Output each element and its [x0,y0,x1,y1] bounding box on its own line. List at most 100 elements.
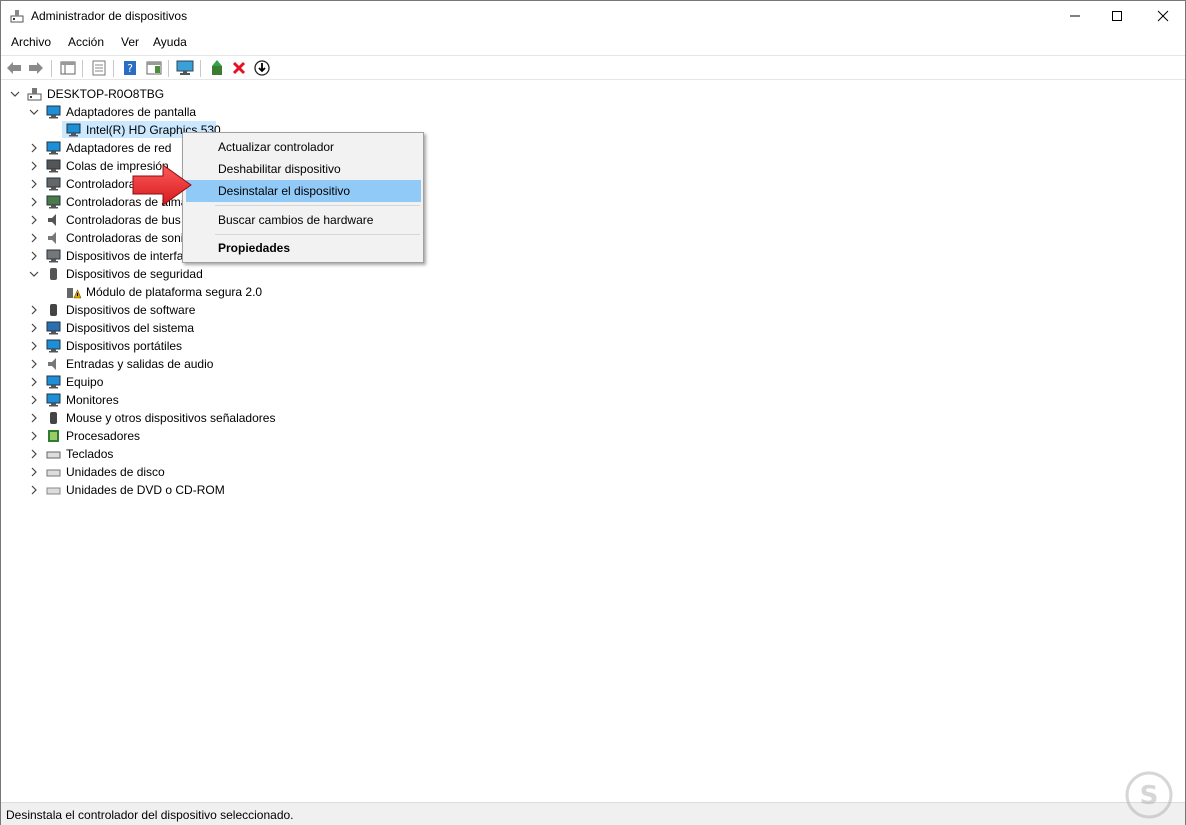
watermark-logo-icon: S [1125,771,1173,819]
device-manager-app-icon [10,10,24,23]
menu-ver[interactable]: Ver [121,35,139,49]
tree-category-item[interactable]: Teclados [1,445,401,463]
tree-item-label: Dispositivos de seguridad [66,267,203,281]
minimize-button[interactable] [1052,1,1098,31]
chevron-right-icon[interactable] [29,161,39,171]
chevron-right-icon[interactable] [29,395,39,405]
context-menu-separator [215,234,420,235]
tree-root-label: DESKTOP-R0O8TBG [47,87,165,101]
chevron-right-icon[interactable] [29,251,39,261]
chevron-down-icon[interactable] [29,107,39,117]
maximize-icon [1112,11,1122,21]
display-adapter-icon [46,105,61,119]
uninstall-x-icon [232,61,246,75]
context-menu-separator [215,205,420,206]
menu-archivo[interactable]: Archivo [11,35,51,49]
chevron-right-icon[interactable] [29,485,39,495]
tree-category-item[interactable]: Adaptadores de pantalla [1,103,401,121]
download-driver-button[interactable] [253,59,271,77]
menu-desinstalar-dispositivo[interactable]: Desinstalar el dispositivo [186,180,421,202]
chevron-right-icon[interactable] [29,143,39,153]
tree-root[interactable]: DESKTOP-R0O8TBG [1,85,301,103]
tree-category-item[interactable]: Procesadores [1,427,401,445]
tree-item-label: Equipo [66,375,104,389]
tree-category-item[interactable]: Monitores [1,391,401,409]
properties-icon [92,60,106,76]
security-device-icon [50,268,57,280]
monitor-icon [176,60,194,75]
menu-deshabilitar-dispositivo[interactable]: Deshabilitar dispositivo [186,158,421,180]
chevron-down-icon[interactable] [10,89,20,99]
chevron-right-icon[interactable] [29,197,39,207]
menu-ayuda[interactable]: Ayuda [153,35,187,49]
system-device-icon [46,321,61,335]
portable-device-icon [46,339,61,353]
download-driver-icon [254,60,270,76]
forward-button[interactable] [27,59,45,77]
processor-icon [48,430,59,442]
tree-category-item[interactable]: Entradas y salidas de audio [1,355,401,373]
tree-category-item[interactable]: Equipo [1,373,401,391]
network-adapter-icon [46,141,61,155]
chevron-right-icon[interactable] [29,341,39,351]
tree-item-label: Dispositivos del sistema [66,321,195,335]
tree-category-item[interactable]: Dispositivos portátiles [1,337,401,355]
tree-item-label: Controladoras de bus [66,213,181,227]
chevron-right-icon[interactable] [29,377,39,387]
chevron-right-icon[interactable] [29,305,39,315]
help-button[interactable]: ? [121,59,139,77]
menu-accion[interactable]: Acción [68,35,104,49]
monitor-icon [46,393,61,407]
chevron-right-icon[interactable] [29,413,39,423]
scan-hardware-button[interactable] [176,59,194,77]
tree-item-label: Monitores [66,393,119,407]
update-driver-button[interactable] [208,59,226,77]
chevron-right-icon[interactable] [29,449,39,459]
menu-propiedades[interactable]: Propiedades [186,237,421,259]
title-bar: Administrador de dispositivos [1,1,1185,31]
audio-io-icon [48,358,56,370]
help-icon: ? [124,61,136,75]
chevron-right-icon[interactable] [29,323,39,333]
tree-category-item[interactable]: Mouse y otros dispositivos señaladores [1,409,401,427]
chevron-right-icon[interactable] [29,233,39,243]
chevron-right-icon[interactable] [29,359,39,369]
back-button[interactable] [5,59,23,77]
menu-buscar-cambios-hardware[interactable]: Buscar cambios de hardware [186,209,421,231]
minimize-icon [1070,15,1080,17]
sound-controller-icon [48,232,56,244]
tree-category-item[interactable]: Dispositivos del sistema [1,319,401,337]
tree-category-item[interactable]: Unidades de DVD o CD-ROM [1,481,401,499]
tree-item-label: Unidades de DVD o CD-ROM [66,483,225,497]
properties-button[interactable] [90,59,108,77]
toolbar-separator [51,60,52,77]
window-title: Administrador de dispositivos [31,9,188,23]
tree-category-item[interactable]: Dispositivos de seguridad [1,265,401,283]
chevron-right-icon[interactable] [29,215,39,225]
maximize-button[interactable] [1094,1,1140,31]
action-pane-button[interactable] [145,59,163,77]
print-queue-icon [46,159,61,173]
chevron-right-icon[interactable] [29,431,39,441]
toolbar-separator [200,60,201,77]
back-arrow-icon [7,62,21,74]
tree-item-label: Dispositivos de software [66,303,196,317]
tree-child-item[interactable]: Módulo de plataforma segura 2.0 [1,283,401,301]
tree-category-item[interactable]: Unidades de disco [1,463,401,481]
menu-actualizar-controlador[interactable]: Actualizar controlador [186,136,421,158]
tree-item-label: Unidades de disco [66,465,165,479]
update-driver-icon [212,60,222,75]
chevron-down-icon[interactable] [29,269,39,279]
show-hide-console-tree-icon [60,61,76,75]
chevron-right-icon[interactable] [29,467,39,477]
red-pointer-arrow-icon [132,164,192,206]
uninstall-device-button[interactable] [230,59,248,77]
tree-item-label: Mouse y otros dispositivos señaladores [66,411,276,425]
tree-item-label: Controladoras de soni [66,231,184,245]
close-icon [1157,10,1169,22]
chevron-right-icon[interactable] [29,179,39,189]
tree-category-item[interactable]: Dispositivos de software [1,301,401,319]
console-tree-button[interactable] [59,59,77,77]
tree-item-label: Entradas y salidas de audio [66,357,214,371]
close-button[interactable] [1140,1,1186,31]
